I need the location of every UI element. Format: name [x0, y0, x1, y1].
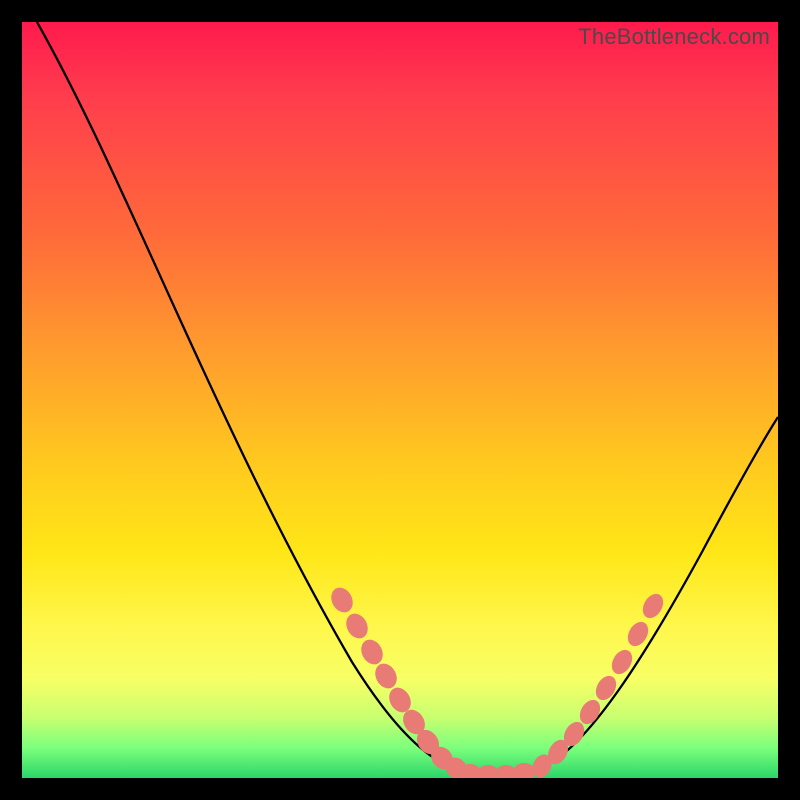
plot-area: TheBottleneck.com [22, 22, 778, 778]
bottleneck-curve-line [37, 22, 778, 774]
marker-group-left [327, 584, 471, 778]
marker-group-floor [459, 763, 535, 778]
curve-svg [22, 22, 778, 778]
chart-frame: TheBottleneck.com [0, 0, 800, 800]
marker-group-right [529, 590, 668, 778]
